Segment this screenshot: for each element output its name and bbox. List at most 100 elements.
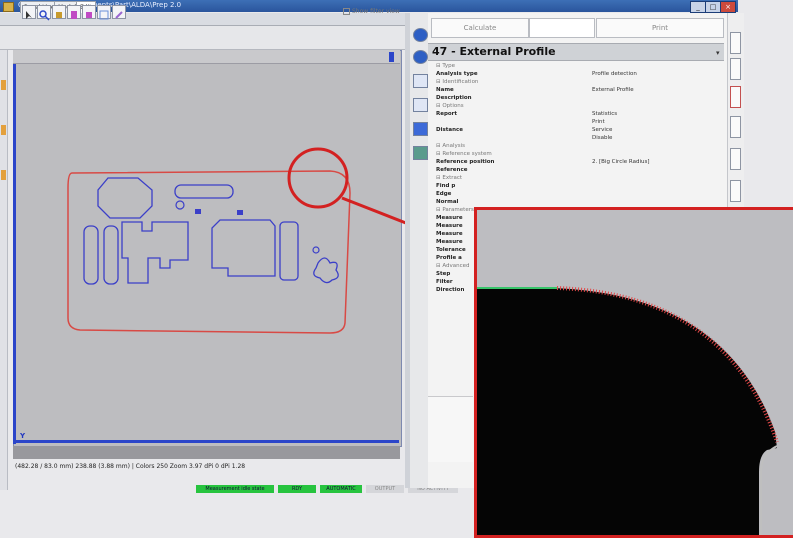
grid-key: Normal (436, 199, 459, 205)
print-button[interactable]: Print (596, 18, 724, 38)
edge-marker (1, 170, 6, 180)
grid-key: Name (436, 87, 454, 93)
grid-value: Print (592, 119, 605, 125)
select-icon[interactable] (22, 5, 36, 19)
ruler-icon[interactable] (413, 122, 428, 136)
grid-key: Step (436, 271, 451, 277)
chevron-down-icon[interactable]: ▾ (716, 49, 720, 57)
grid-key: Direction (436, 287, 465, 293)
grid-row[interactable]: Description (436, 94, 726, 102)
list-icon[interactable] (413, 74, 428, 88)
grid-key: Measure (436, 223, 463, 229)
cursor-icon[interactable] (730, 148, 741, 170)
bracket-icon[interactable] (730, 86, 741, 108)
grid-row[interactable]: Print (436, 118, 726, 126)
edit-icon[interactable] (82, 5, 96, 19)
measure-icon[interactable] (67, 5, 81, 19)
grid-value: Service (592, 127, 613, 133)
grid-key: Measure (436, 215, 463, 221)
grid-section[interactable]: ⊟ Extract (436, 174, 726, 182)
grid-key: Description (436, 95, 472, 101)
edge-marker (1, 125, 6, 135)
grid-value: Disable (592, 135, 613, 141)
coordinate-readout: (482.28 / 83.0 mm) 238.88 (3.88 mm) | Co… (15, 463, 246, 470)
grid-key: Profile a (436, 255, 462, 261)
rotate-icon[interactable] (112, 5, 126, 19)
status-measurement: Measurement idle state (196, 485, 274, 493)
close-button[interactable]: × (720, 1, 736, 13)
zoom-icon[interactable] (37, 5, 51, 21)
canvas-ruler (13, 50, 400, 64)
grid-key: Distance (436, 127, 463, 133)
grid-key: Find p (436, 183, 456, 189)
y-axis-label: Y (20, 432, 26, 440)
grid-key: Tolerance (436, 247, 466, 253)
show-filter-checkbox[interactable]: Show filter view (343, 8, 400, 15)
fit-icon[interactable] (97, 5, 111, 20)
grid-key: Reference (436, 167, 468, 173)
arrow-left-icon[interactable] (413, 28, 428, 42)
y-axis-rail (13, 64, 16, 444)
status-mode: AUTOMATIC (320, 485, 362, 493)
bracket-icon[interactable] (730, 32, 741, 54)
grid-row[interactable]: Reference position 2. [Big Circle Radius] (436, 158, 726, 166)
grid-row[interactable]: Edge (436, 190, 726, 198)
maximize-button[interactable]: □ (705, 1, 721, 13)
flower-cutout (313, 257, 339, 284)
grid-value: 2. [Big Circle Radius] (592, 159, 650, 165)
expand-icon[interactable] (730, 180, 741, 202)
grid-key: Measure (436, 239, 463, 245)
slot-cutout (174, 184, 234, 199)
arrow-right-icon[interactable] (413, 50, 428, 64)
grid-row[interactable]: Report Statistics (436, 110, 726, 118)
grid-key: Edge (436, 191, 452, 197)
long-slot (103, 225, 119, 285)
analysis-title: 47 - External Profile (432, 45, 556, 58)
grid-row[interactable]: Find p (436, 182, 726, 190)
calculate-button[interactable]: Calculate (431, 18, 529, 38)
x-axis-rail (16, 440, 399, 443)
grid-row[interactable]: Analysis type Profile detection (436, 70, 726, 78)
toolbar (0, 26, 405, 50)
zoom-inset (474, 207, 793, 538)
pan-icon[interactable] (52, 5, 66, 19)
bracket-icon[interactable] (730, 116, 741, 138)
highlight-circle (287, 147, 349, 209)
grid-row[interactable]: Normal (436, 198, 726, 206)
report-icon[interactable] (413, 146, 428, 160)
rect-cutout (211, 219, 276, 277)
mark-cutout (195, 209, 201, 214)
grid-row[interactable]: Distance Service (436, 126, 726, 134)
grid-key: Reference position (436, 159, 495, 165)
grid-row[interactable]: Disable (436, 134, 726, 142)
grid-key: Report (436, 111, 458, 117)
grid-section[interactable]: ⊟ Options (436, 102, 726, 110)
grid-value: External Profile (592, 87, 634, 93)
panel-footer (428, 396, 473, 462)
edge-marker (1, 80, 6, 90)
grid-row[interactable]: Name External Profile (436, 86, 726, 94)
grid-section[interactable]: ⊟ Reference system (436, 150, 726, 158)
canvas-scrollbar[interactable] (13, 446, 400, 459)
grid-key: Measure (436, 231, 463, 237)
hole-cutout (175, 200, 185, 210)
grid-section[interactable]: ⊟ Identification (436, 78, 726, 86)
profile-icon[interactable] (413, 98, 428, 112)
minimize-button[interactable]: _ (690, 1, 706, 13)
status-output: OUTPUT (366, 485, 404, 493)
mark-cutout (237, 210, 243, 215)
grid-value: Statistics (592, 111, 618, 117)
grid-key: Analysis type (436, 71, 478, 77)
app-icon (3, 2, 14, 12)
grid-row[interactable]: Reference (436, 166, 726, 174)
blank-button[interactable] (529, 18, 595, 38)
status-ready: RDY (278, 485, 316, 493)
left-edge-bar (0, 50, 8, 490)
axis-marker (389, 52, 394, 62)
bracket-icon[interactable] (730, 58, 741, 80)
grid-section[interactable]: ⊟ Analysis (436, 142, 726, 150)
grid-section[interactable]: ⊟ Type (436, 62, 726, 70)
grid-key: Filter (436, 279, 453, 285)
octagon-cutout (97, 177, 153, 219)
stepped-cutout (121, 221, 189, 284)
